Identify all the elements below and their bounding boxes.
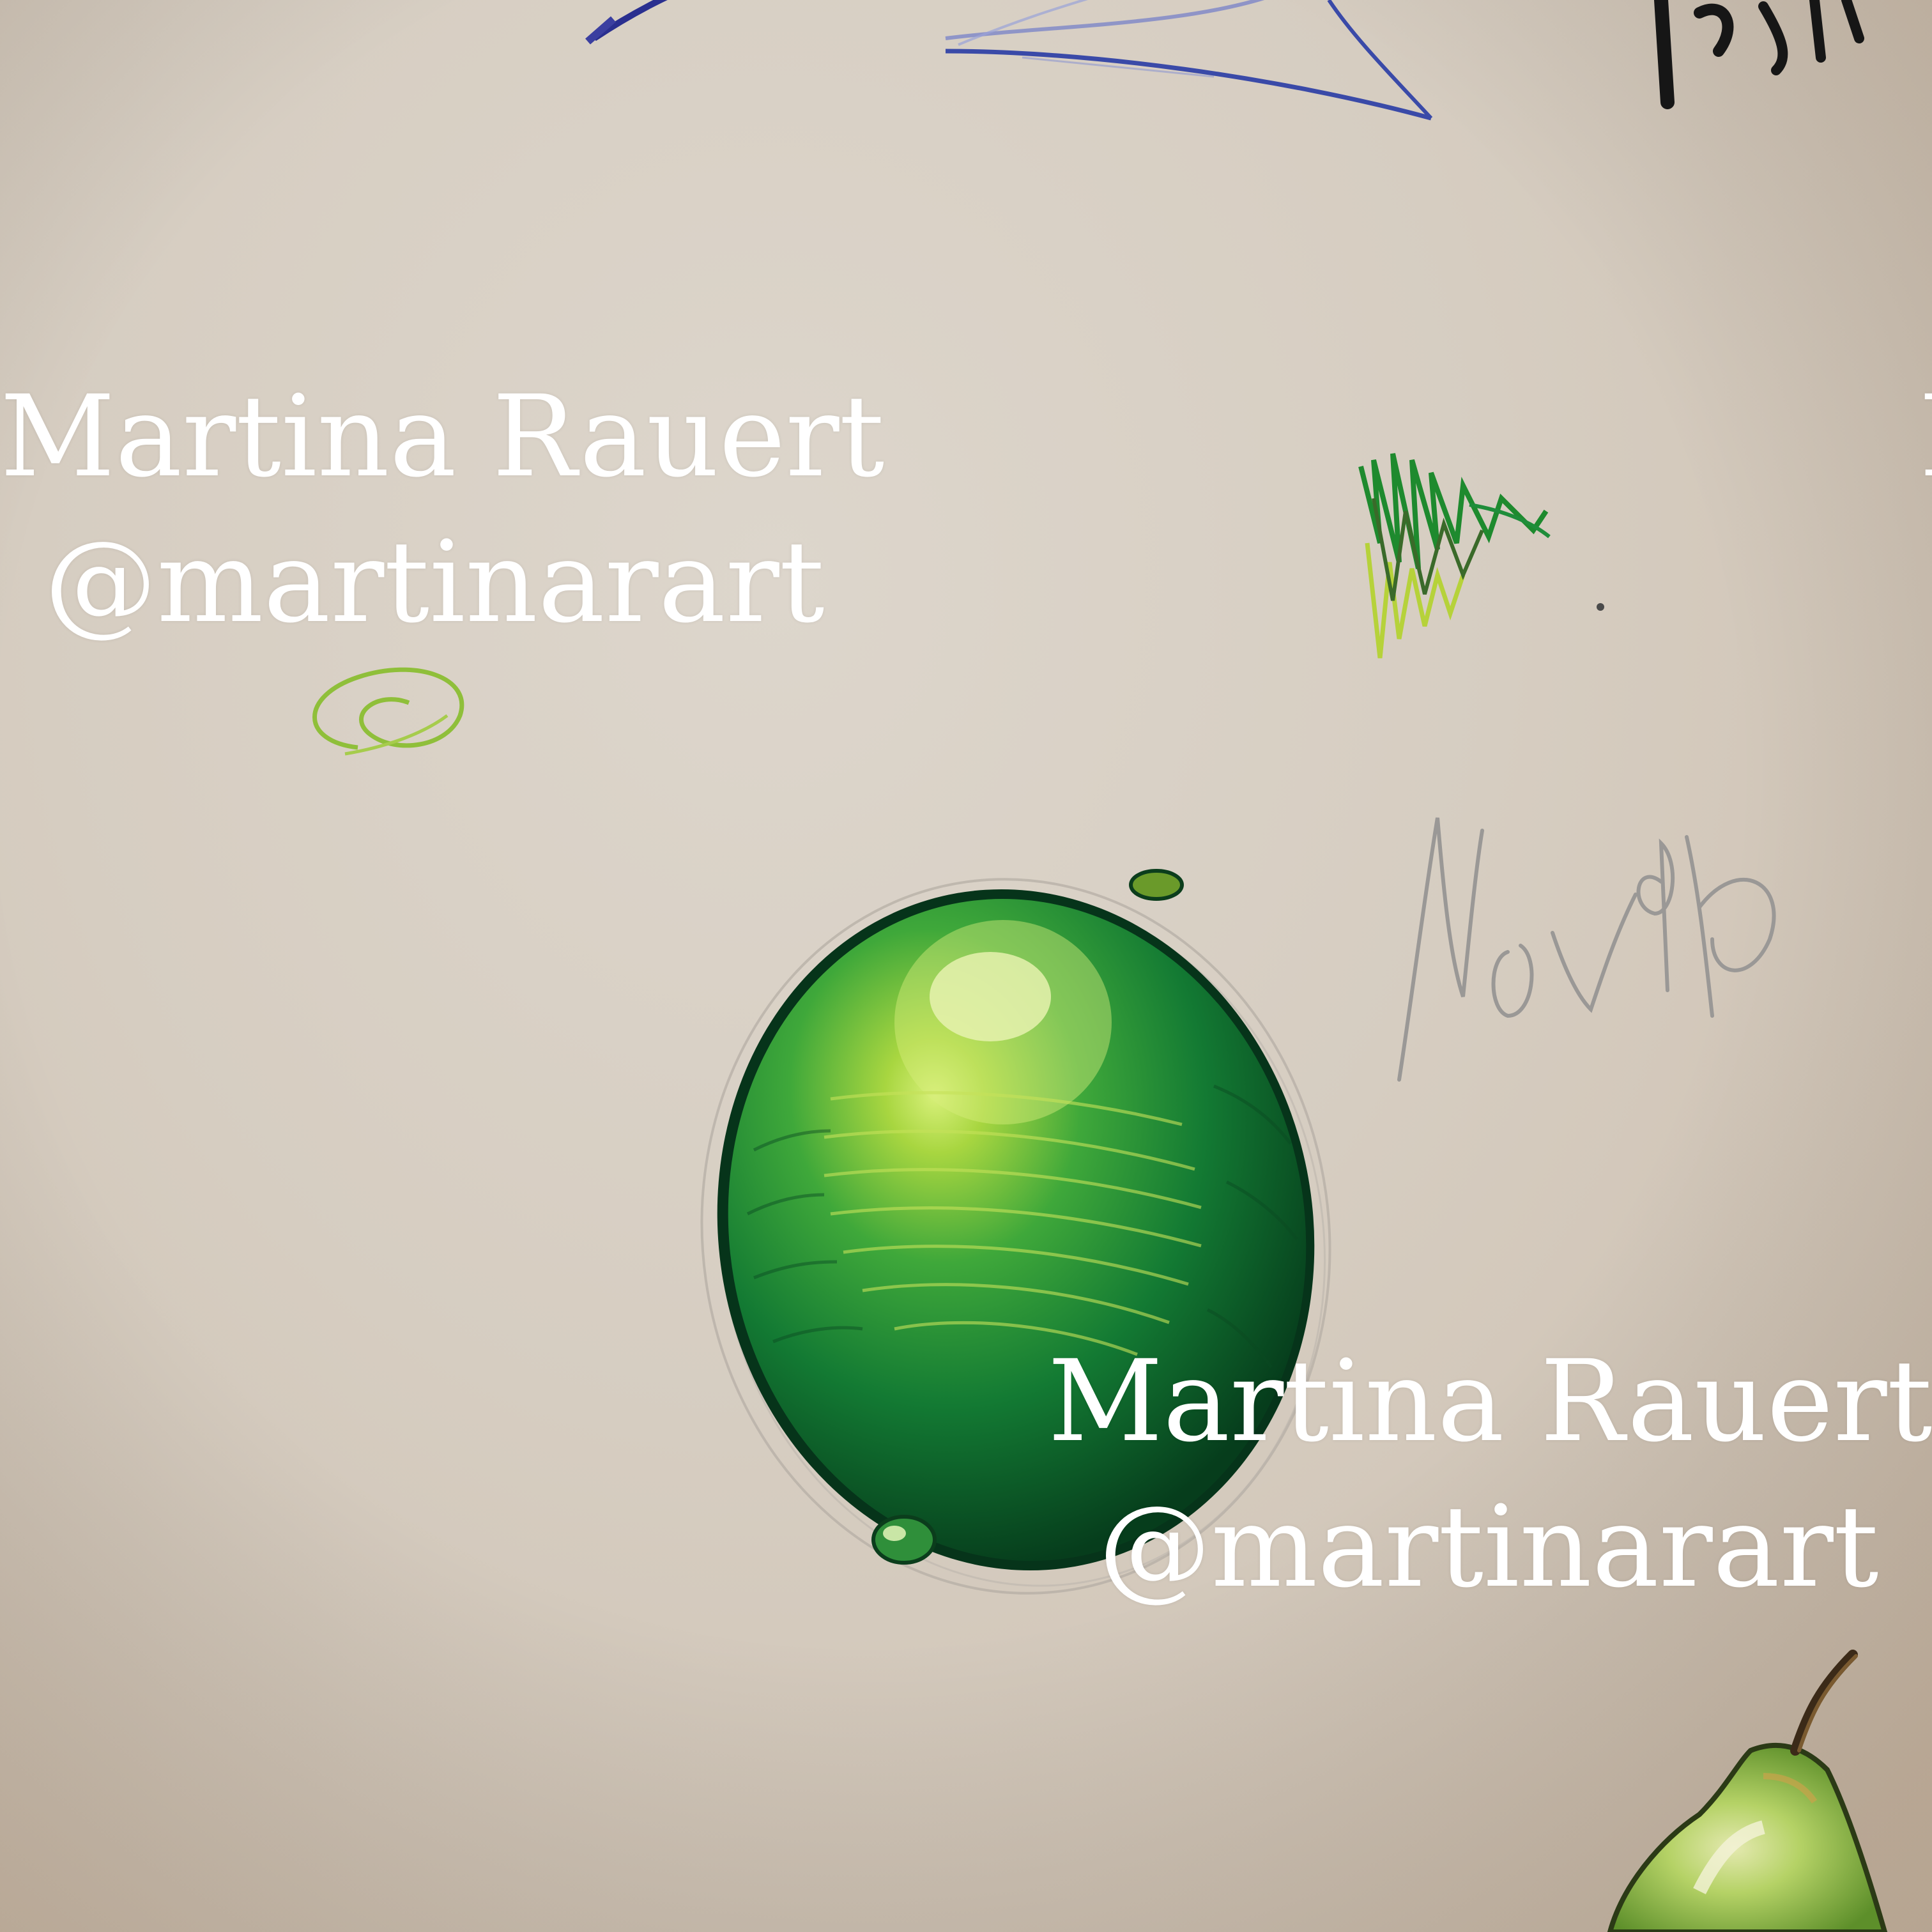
watermark-artist-name: Martina Rauert: [1048, 1336, 1932, 1467]
watermark-partial: M: [1919, 364, 1932, 510]
watermark-handle: @martinarart: [44, 517, 825, 648]
watermark-artist-name: Martina Rauert: [0, 371, 885, 502]
sketchbook-photo: Martina Rauert @martinarart Martina Raue…: [0, 0, 1932, 1932]
watermark-edge-clip: M: [1919, 364, 1932, 518]
watermark: Martina Rauert @martinarart: [0, 364, 885, 656]
watermark-artist-name-partial: M: [1919, 364, 1932, 510]
drawing-canvas: [0, 0, 1932, 1932]
watermark-handle: @martinarart: [1098, 1482, 1879, 1613]
watermark: Martina Rauert @martinarart: [1048, 1329, 1932, 1620]
